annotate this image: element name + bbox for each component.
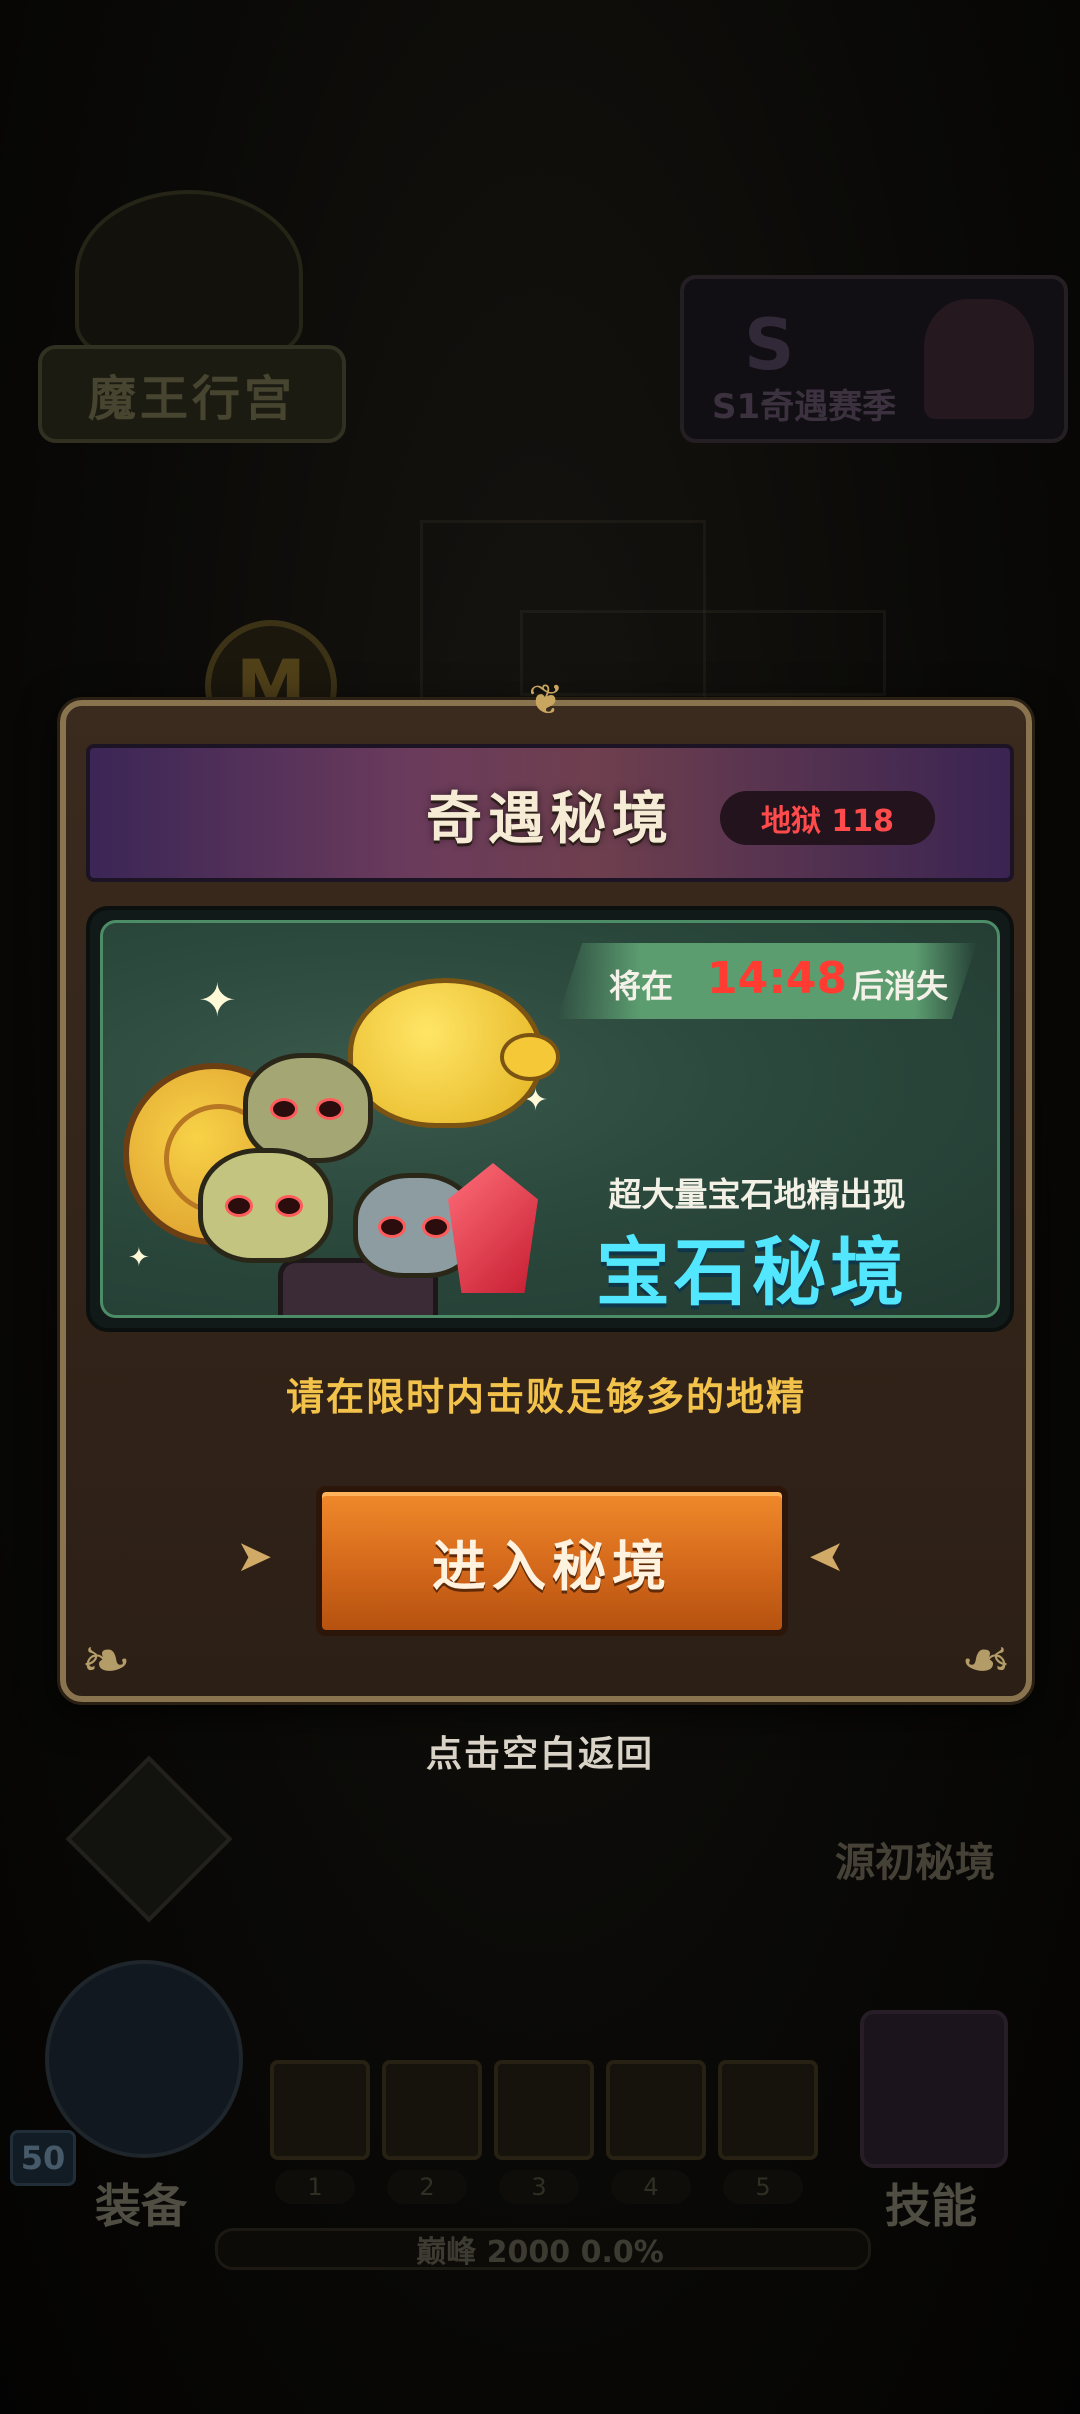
dialog-title-bar: 奇遇秘境 地狱 118 — [86, 744, 1014, 882]
encounter-dialog: ❦ 奇遇秘境 地狱 118 ✦ ✦ ✦ 将在 14:48 后消失 超大量宝石地精… — [60, 679, 1032, 1702]
difficulty-badge: 地狱 118 — [720, 791, 935, 845]
timer-value: 14:48 — [707, 953, 848, 1004]
tap-blank-to-return[interactable]: 点击空白返回 — [0, 1725, 1080, 1777]
goblin-icon — [198, 1148, 333, 1263]
timer-prefix: 将在 — [609, 967, 674, 1005]
realm-name: 宝石秘境 — [596, 1230, 908, 1316]
sparkle-icon: ✦ — [198, 973, 237, 1027]
timer-suffix: 后消失 — [852, 967, 949, 1005]
top-ornament-icon: ❦ — [528, 675, 564, 724]
left-arrow-icon: ➤ — [236, 1531, 273, 1582]
realm-card: ✦ ✦ ✦ 将在 14:48 后消失 超大量宝石地精出现 宝石秘境 — [86, 906, 1014, 1332]
corner-ornament-icon: ❧ — [960, 1626, 1012, 1696]
dialog-hint: 请在限时内击败足够多的地精 — [285, 1375, 806, 1419]
golden-pig-icon — [348, 978, 560, 1128]
sparkle-icon: ✦ — [128, 1243, 150, 1273]
dialog-title: 奇遇秘境 — [426, 787, 674, 852]
corner-ornament-icon: ❧ — [80, 1626, 132, 1696]
goblin-icon — [243, 1053, 373, 1163]
right-arrow-icon: ➤ — [808, 1531, 845, 1582]
enter-realm-button[interactable]: 进入秘境 — [316, 1486, 788, 1636]
red-gem-icon — [448, 1163, 538, 1293]
expiry-timer: 将在 14:48 后消失 — [557, 943, 977, 1019]
realm-subtitle: 超大量宝石地精出现 — [608, 1175, 906, 1214]
realm-card-art: ✦ ✦ ✦ 将在 14:48 后消失 超大量宝石地精出现 宝石秘境 — [100, 920, 1000, 1318]
